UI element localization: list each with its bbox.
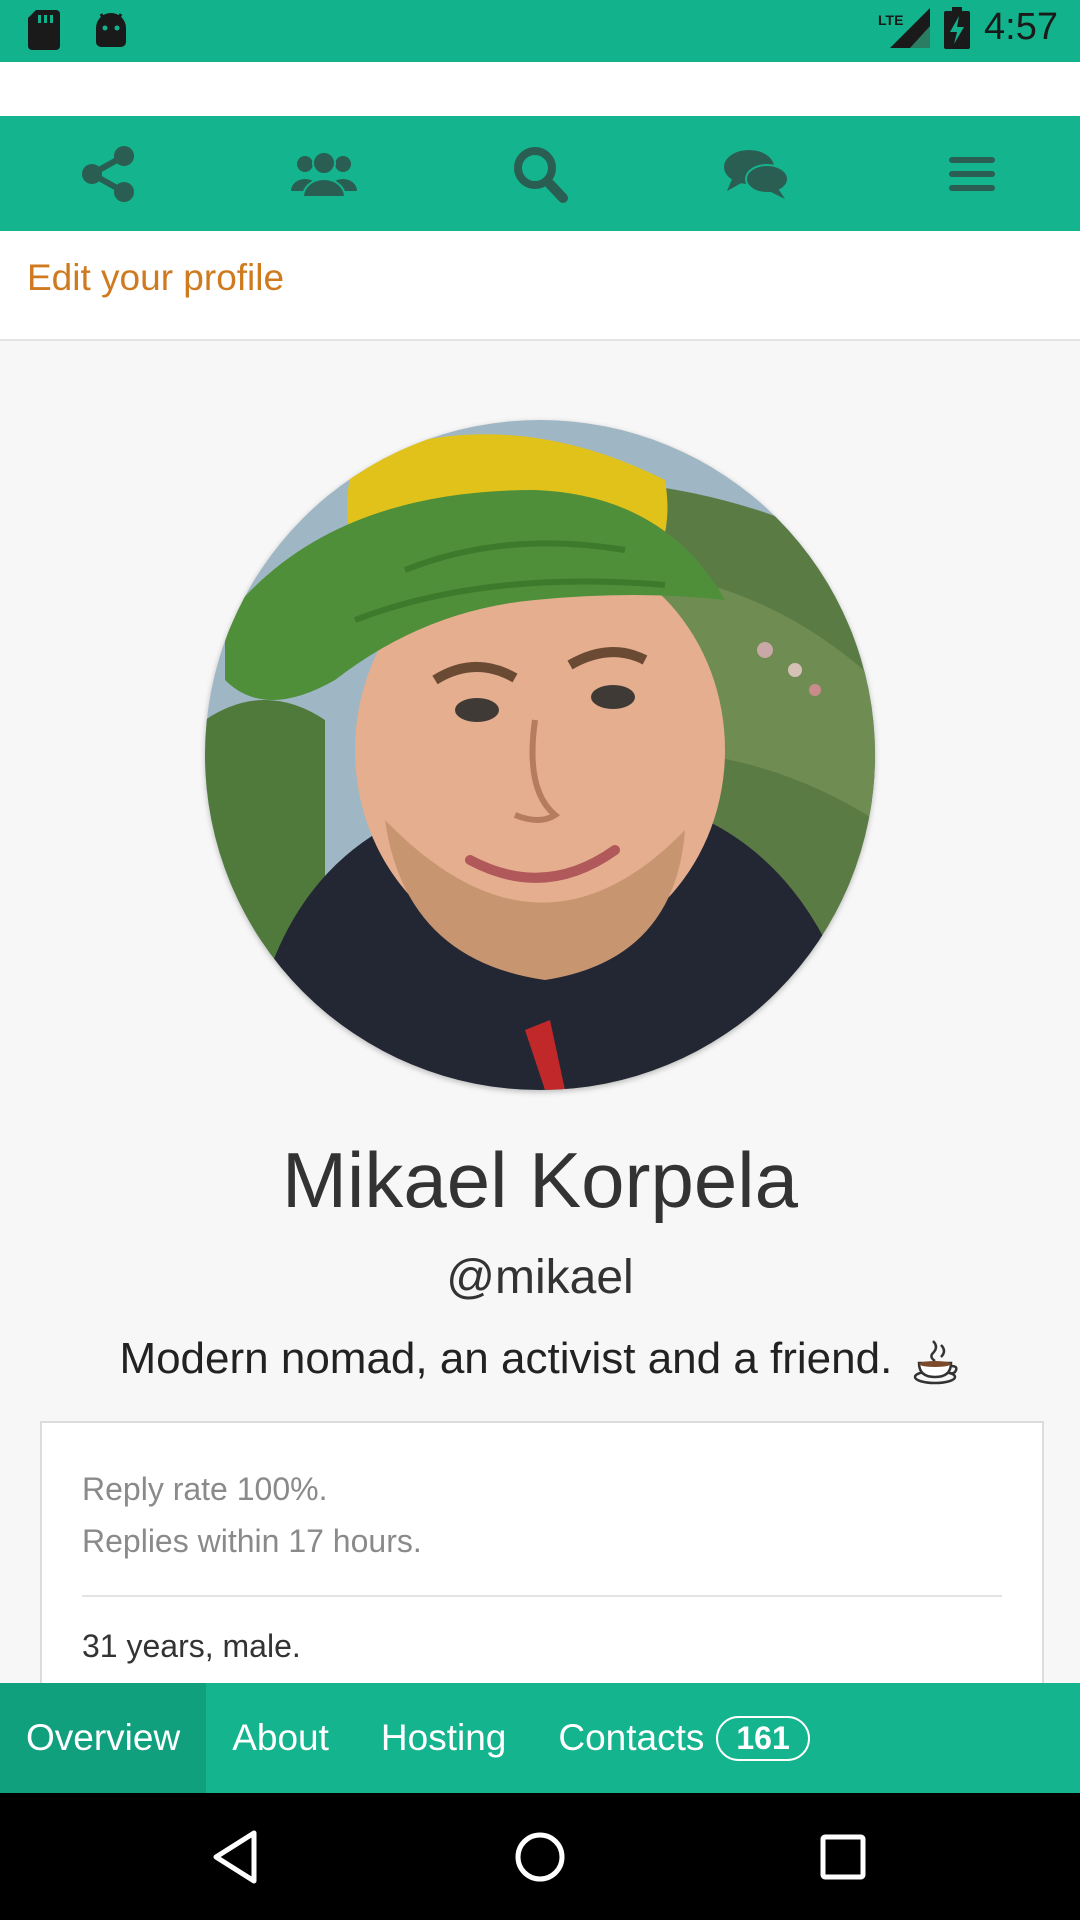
sd-card-icon <box>28 10 60 50</box>
tab-overview[interactable]: Overview <box>0 1683 207 1793</box>
search-icon <box>514 146 568 203</box>
profile-username: @mikael <box>446 1251 634 1304</box>
tab-contacts[interactable]: Contacts 161 <box>532 1683 835 1793</box>
clock: 4:57 <box>984 6 1058 48</box>
messages-button[interactable] <box>648 116 864 231</box>
reply-time: Replies within 17 hours. <box>82 1523 422 1559</box>
edit-profile-row: Edit your profile <box>0 231 1080 341</box>
home-button[interactable] <box>480 1793 600 1920</box>
recents-icon <box>820 1834 866 1879</box>
home-icon <box>515 1832 565 1881</box>
coffee-icon <box>913 1340 958 1385</box>
people-button[interactable] <box>216 116 432 231</box>
contacts-count-badge: 161 <box>716 1715 810 1761</box>
profile-name: Mikael Korpela <box>282 1136 798 1224</box>
search-button[interactable] <box>432 116 648 231</box>
back-button[interactable] <box>175 1793 295 1920</box>
signal-icon <box>890 7 931 48</box>
menu-button[interactable] <box>864 116 1080 231</box>
tab-hosting[interactable]: Hosting <box>355 1683 532 1793</box>
tab-about[interactable]: About <box>206 1683 355 1793</box>
card-divider <box>82 1595 1002 1597</box>
share-icon <box>82 145 134 202</box>
share-button[interactable] <box>0 116 216 231</box>
edit-profile-link[interactable]: Edit your profile <box>27 257 284 299</box>
reply-rate: Reply rate 100%. <box>82 1471 328 1507</box>
avatar <box>205 420 875 1090</box>
tab-contacts-label: Contacts <box>558 1717 705 1758</box>
profile-stats-card: Reply rate 100%. Replies within 17 hours… <box>40 1421 1044 1723</box>
system-nav-bar <box>0 1793 1080 1920</box>
chat-icon <box>724 149 789 199</box>
tagline-text: Modern nomad, an activist and a friend. <box>119 1334 893 1383</box>
age-gender: 31 years, male. <box>82 1628 301 1664</box>
status-bar: LTE 4:57 <box>0 0 1080 62</box>
profile-tabs: Overview About Hosting Contacts 161 <box>0 1683 1080 1793</box>
browser-strip <box>0 62 1080 116</box>
people-icon <box>291 150 357 197</box>
android-icon <box>96 13 126 47</box>
battery-charging-icon <box>944 6 971 49</box>
recents-button[interactable] <box>783 1793 903 1920</box>
top-nav <box>0 116 1080 231</box>
menu-icon <box>949 156 995 191</box>
profile-tagline: Modern nomad, an activist and a friend. <box>0 1334 1080 1385</box>
back-icon <box>213 1830 257 1883</box>
